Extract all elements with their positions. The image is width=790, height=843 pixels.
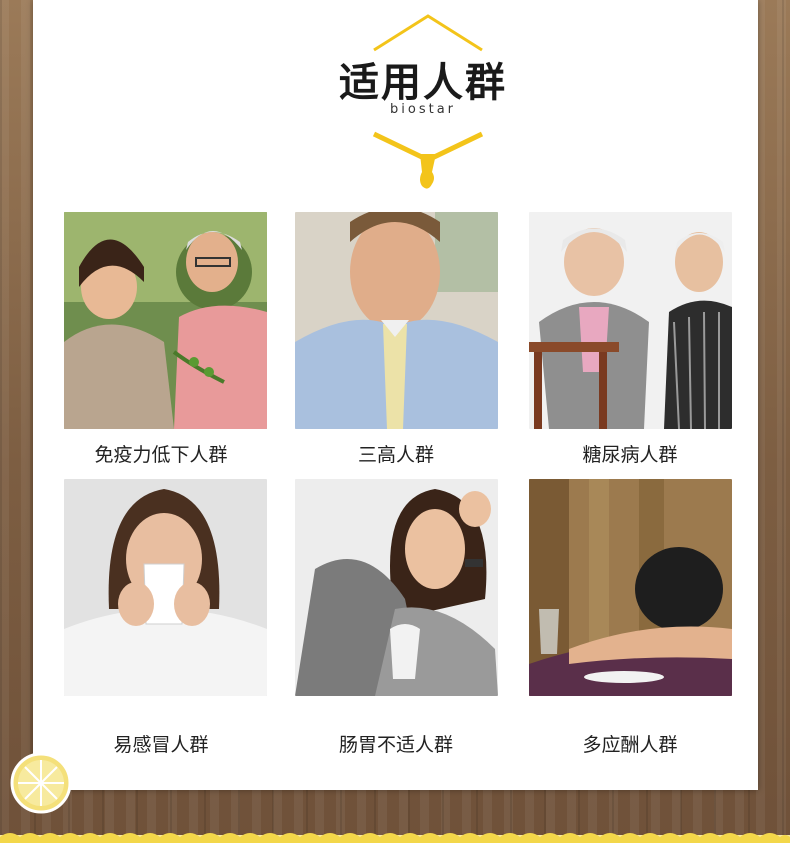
woman-stomach-pain-photo [295,479,498,696]
woman-sneezing-photo [64,479,267,696]
label-stomach: 肠胃不适人群 [338,734,453,756]
label-social: 多应酬人群 [582,734,678,756]
man-drunk-at-table-photo [529,479,732,696]
photo-three-highs [295,212,498,429]
elderly-couple-gardening-photo [64,212,267,429]
elderly-couple-reading-photo [529,212,732,429]
page-title: 适用人群 [339,60,507,106]
lemon-slice-icon [10,752,72,814]
photo-immunity [64,212,267,429]
photo-cold [64,479,267,696]
brand-subtitle: biostar [390,102,456,117]
man-in-distress-photo [295,212,498,429]
content-panel: 适用人群 biostar 免疫力低下人群 三高人群 糖尿病人群 易感冒人群 肠胃… [33,0,758,790]
label-three-highs: 三高人群 [357,444,434,466]
scalloped-border [0,833,790,843]
label-diabetes: 糖尿病人群 [582,444,678,466]
photo-diabetes [529,212,732,429]
label-immunity: 免疫力低下人群 [94,444,228,466]
photo-social [529,479,732,696]
photo-stomach [295,479,498,696]
label-cold: 易感冒人群 [113,734,209,756]
